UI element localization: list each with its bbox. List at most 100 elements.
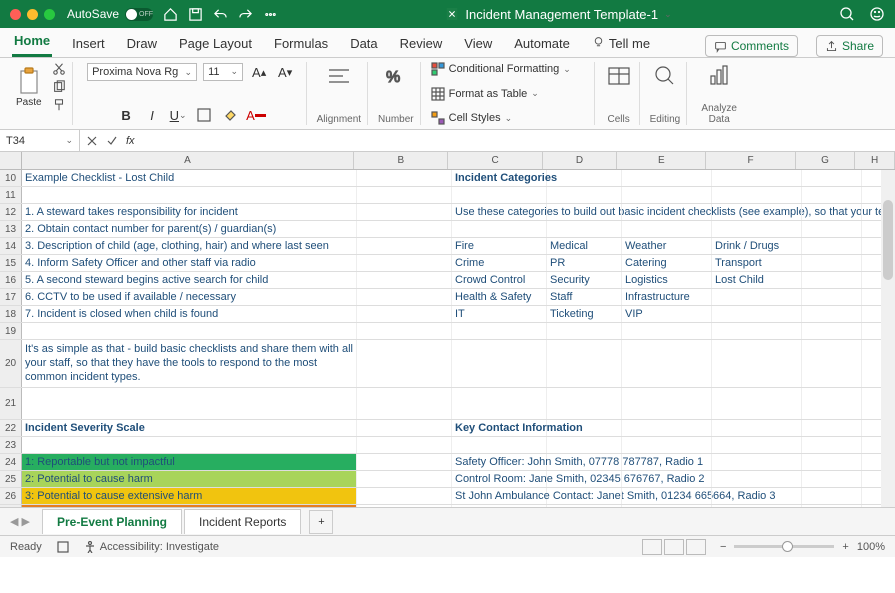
row-header[interactable]: 19 <box>0 323 22 339</box>
cell[interactable]: 1. A steward takes responsibility for in… <box>22 204 357 220</box>
tab-automate[interactable]: Automate <box>512 30 572 57</box>
maximize-window-button[interactable] <box>44 9 55 20</box>
row-header[interactable]: 12 <box>0 204 22 220</box>
cell[interactable]: Staff <box>547 289 622 305</box>
conditional-formatting-button[interactable]: Conditional Formatting⌄ <box>431 62 571 76</box>
enter-icon[interactable] <box>106 135 118 147</box>
row-header[interactable]: 10 <box>0 170 22 186</box>
page-break-view-button[interactable] <box>686 539 706 555</box>
zoom-slider[interactable] <box>734 545 834 548</box>
col-header-g[interactable]: G <box>796 152 856 169</box>
normal-view-button[interactable] <box>642 539 662 555</box>
redo-icon[interactable] <box>238 7 253 22</box>
search-icon[interactable] <box>839 6 855 22</box>
tab-home[interactable]: Home <box>12 27 52 57</box>
border-button[interactable] <box>194 105 214 125</box>
cell[interactable]: Infrastructure <box>622 289 712 305</box>
row-header[interactable]: 15 <box>0 255 22 271</box>
tab-review[interactable]: Review <box>398 30 445 57</box>
row-header[interactable]: 23 <box>0 437 22 453</box>
row-header[interactable]: 24 <box>0 454 22 470</box>
cell[interactable]: Health & Safety <box>452 289 547 305</box>
macro-icon[interactable] <box>56 540 70 554</box>
page-layout-view-button[interactable] <box>664 539 684 555</box>
accessibility-status[interactable]: Accessibility: Investigate <box>84 541 219 553</box>
undo-icon[interactable] <box>213 7 228 22</box>
zoom-percent[interactable]: 100% <box>857 541 885 553</box>
vertical-scrollbar[interactable] <box>881 170 895 507</box>
sheet-nav-arrows[interactable]: ◀ ▶ <box>10 515 30 528</box>
col-header-h[interactable]: H <box>855 152 895 169</box>
cell[interactable]: PR <box>547 255 622 271</box>
copy-icon[interactable] <box>52 80 66 94</box>
zoom-control[interactable]: − + 100% <box>720 541 885 553</box>
minimize-window-button[interactable] <box>27 9 38 20</box>
col-header-e[interactable]: E <box>617 152 706 169</box>
close-window-button[interactable] <box>10 9 21 20</box>
cell[interactable]: Transport <box>712 255 802 271</box>
decrease-font-button[interactable]: A▾ <box>275 62 295 82</box>
tab-page-layout[interactable]: Page Layout <box>177 30 254 57</box>
cell[interactable]: Example Checklist - Lost Child <box>22 170 357 186</box>
cell[interactable]: Catering <box>622 255 712 271</box>
cell[interactable]: It's as simple as that - build basic che… <box>22 340 357 387</box>
cell-styles-button[interactable]: Cell Styles⌄ <box>431 111 513 125</box>
cell[interactable]: Control Room: Jane Smith, 02345 676767, … <box>452 471 547 487</box>
row-header[interactable]: 16 <box>0 272 22 288</box>
formula-bar[interactable]: fx <box>80 130 895 151</box>
tab-formulas[interactable]: Formulas <box>272 30 330 57</box>
bold-button[interactable]: B <box>116 105 136 125</box>
increase-font-button[interactable]: A▴ <box>249 62 269 82</box>
cell[interactable]: 2. Obtain contact number for parent(s) /… <box>22 221 357 237</box>
paste-button[interactable]: Paste <box>16 67 42 108</box>
font-size-select[interactable]: 11⌄ <box>203 63 243 81</box>
row-header[interactable]: 21 <box>0 388 22 419</box>
toggle-switch[interactable]: OFF <box>125 8 153 21</box>
cell[interactable]: Fire <box>452 238 547 254</box>
cell[interactable]: Safety Officer: John Smith, 07778 787787… <box>452 454 547 470</box>
col-header-d[interactable]: D <box>543 152 617 169</box>
cell[interactable]: Use these categories to build out basic … <box>452 204 547 220</box>
autosave-toggle[interactable]: AutoSave OFF <box>67 7 153 21</box>
cell[interactable]: Medical <box>547 238 622 254</box>
tab-tell-me[interactable]: Tell me <box>590 30 652 57</box>
row-header[interactable]: 11 <box>0 187 22 203</box>
add-sheet-button[interactable]: + <box>309 510 333 534</box>
home-icon[interactable] <box>163 7 178 22</box>
cell[interactable]: 5. A second steward begins active search… <box>22 272 357 288</box>
cell[interactable]: Crowd Control <box>452 272 547 288</box>
sheet-tab-pre-event[interactable]: Pre-Event Planning <box>42 509 182 534</box>
font-family-select[interactable]: Proxima Nova Rg⌄ <box>87 63 197 81</box>
row-header[interactable]: 20 <box>0 340 22 387</box>
cell[interactable]: Key Contact Information <box>452 420 547 436</box>
cell[interactable]: Logistics <box>622 272 712 288</box>
tab-view[interactable]: View <box>462 30 494 57</box>
name-box[interactable]: T34⌄ <box>0 130 80 151</box>
cut-icon[interactable] <box>52 62 66 76</box>
cell[interactable]: Security <box>547 272 622 288</box>
format-as-table-button[interactable]: Format as Table⌄ <box>431 87 539 101</box>
analyze-icon[interactable] <box>705 62 733 90</box>
format-painter-icon[interactable] <box>52 98 66 112</box>
sheet-tab-incident-reports[interactable]: Incident Reports <box>184 509 301 534</box>
cell[interactable]: IT <box>452 306 547 322</box>
cell[interactable]: VIP <box>622 306 712 322</box>
comments-button[interactable]: Comments <box>705 35 798 57</box>
row-header[interactable]: 26 <box>0 488 22 504</box>
cell[interactable]: 1: Reportable but not impactful <box>22 454 357 470</box>
share-button[interactable]: Share <box>816 35 883 57</box>
cell[interactable]: 3: Potential to cause extensive harm <box>22 488 357 504</box>
cell[interactable]: 4. Inform Safety Officer and other staff… <box>22 255 357 271</box>
editing-icon[interactable] <box>651 62 679 90</box>
tab-data[interactable]: Data <box>348 30 379 57</box>
row-header[interactable]: 25 <box>0 471 22 487</box>
cell[interactable]: 7. Incident is closed when child is foun… <box>22 306 357 322</box>
font-color-button[interactable]: A <box>246 105 266 125</box>
italic-button[interactable]: I <box>142 105 162 125</box>
cell[interactable]: Ticketing <box>547 306 622 322</box>
col-header-f[interactable]: F <box>706 152 795 169</box>
view-buttons[interactable] <box>642 539 706 555</box>
emoji-icon[interactable] <box>869 6 885 22</box>
col-header-a[interactable]: A <box>22 152 354 169</box>
cancel-icon[interactable] <box>86 135 98 147</box>
